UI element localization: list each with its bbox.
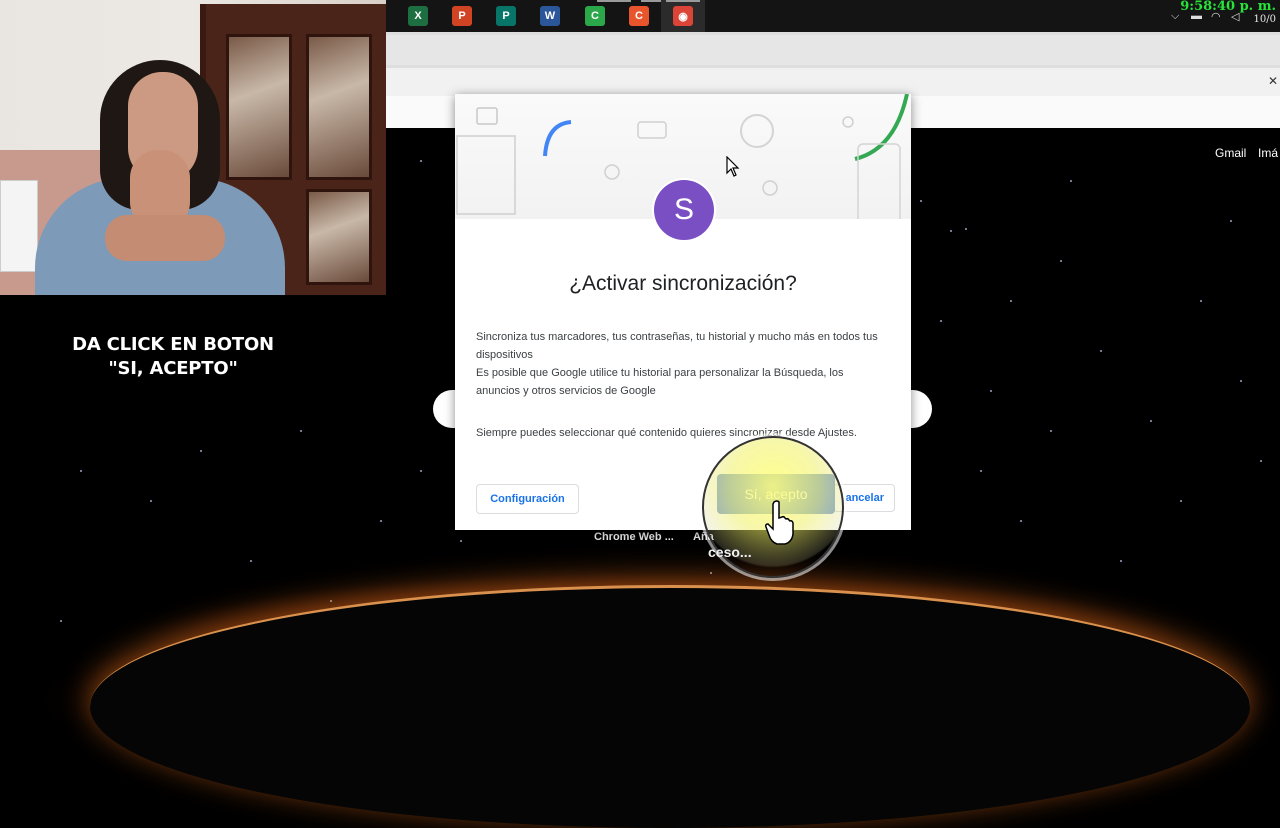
webcam-overlay (0, 0, 386, 295)
settings-button[interactable]: Configuración (476, 484, 579, 514)
star (420, 470, 422, 472)
chevron-up-icon[interactable]: ⌵ (1171, 10, 1179, 23)
star (380, 520, 382, 522)
instruction-caption: DA CLICK EN BOTON "SI, ACEPTO" (0, 333, 346, 381)
close-icon[interactable]: ✕ (1268, 74, 1278, 88)
tab-strip[interactable] (386, 35, 1280, 65)
star (1150, 420, 1152, 422)
taskbar: X P P W C C ◉ ⌵ ▬ ◠ ◁ 9:58:40 p. m. 10/0 (386, 0, 1280, 32)
star (1240, 380, 1242, 382)
star (420, 160, 422, 162)
star (300, 430, 302, 432)
laptop-icon (456, 135, 516, 215)
address-bar[interactable] (386, 68, 1280, 96)
star (950, 230, 952, 232)
window-icon (476, 107, 498, 125)
star (1200, 300, 1202, 302)
sync-dialog: S ¿Activar sincronización? Sincroniza tu… (455, 94, 911, 530)
shortcut-access[interactable]: ceso... (708, 544, 752, 560)
card-icon (637, 121, 667, 139)
star (990, 390, 992, 392)
chrome-icon[interactable]: ◉ (673, 6, 693, 26)
system-clock[interactable]: 9:58:40 p. m. 10/0 (1180, 0, 1276, 26)
settings-note: Siempre puedes seleccionar qué contenido… (476, 427, 857, 439)
star (1100, 350, 1102, 352)
star (920, 200, 922, 202)
piano (0, 180, 38, 272)
clock-date: 10/0 (1253, 14, 1276, 25)
taskbar-indicator (597, 0, 631, 2)
star (1050, 430, 1052, 432)
chrome-outline-icon (740, 114, 774, 148)
gmail-link[interactable]: Gmail (1215, 146, 1246, 160)
star (250, 560, 252, 562)
key-icon (842, 116, 854, 128)
star (1180, 500, 1182, 502)
star (60, 620, 62, 622)
star (980, 470, 982, 472)
green-arc (854, 94, 909, 161)
star (1010, 300, 1012, 302)
star (940, 320, 942, 322)
images-link[interactable]: Imá (1258, 146, 1278, 160)
puzzle-icon (604, 164, 620, 180)
star (1230, 220, 1232, 222)
word-icon[interactable]: W (540, 6, 560, 26)
clock-time: 9:58:40 p. m. (1180, 0, 1276, 14)
blue-arc (543, 120, 572, 157)
star (1060, 260, 1062, 262)
planet-horizon (90, 585, 1250, 828)
star (965, 228, 967, 230)
star (1070, 180, 1072, 182)
taskbar-indicator (666, 0, 700, 2)
star (1020, 520, 1022, 522)
camtasia-icon[interactable]: C (585, 6, 605, 26)
account-avatar: S (654, 180, 714, 240)
star (460, 540, 462, 542)
powerpoint-icon[interactable]: P (452, 6, 472, 26)
camtasia-recorder-icon[interactable]: C (629, 6, 649, 26)
star (710, 572, 712, 574)
publisher-icon[interactable]: P (496, 6, 516, 26)
star (330, 600, 332, 602)
sync-description: Sincroniza tus marcadores, tus contraseñ… (476, 331, 878, 361)
shortcut-add[interactable]: Aña (693, 531, 714, 543)
gear-icon (762, 180, 778, 196)
star (1120, 560, 1122, 562)
cancel-button[interactable]: ancelar (833, 484, 895, 512)
dialog-title: ¿Activar sincronización? (569, 272, 797, 295)
star (150, 500, 152, 502)
excel-icon[interactable]: X (408, 6, 428, 26)
shortcut-chrome-web-store[interactable]: Chrome Web ... (594, 531, 674, 543)
cabinet-glass (226, 34, 292, 180)
star (200, 450, 202, 452)
cabinet-glass (306, 189, 372, 285)
star (80, 470, 82, 472)
hand-cursor-icon (765, 500, 794, 545)
cabinet-glass (306, 34, 372, 180)
mouse-pointer-icon (726, 156, 740, 177)
star (1260, 460, 1262, 462)
caption-line: DA CLICK EN BOTON (72, 334, 274, 355)
caption-line: "SI, ACEPTO" (108, 358, 238, 379)
person-hand (105, 215, 225, 261)
personalization-description: Es posible que Google utilice tu histori… (476, 367, 844, 397)
